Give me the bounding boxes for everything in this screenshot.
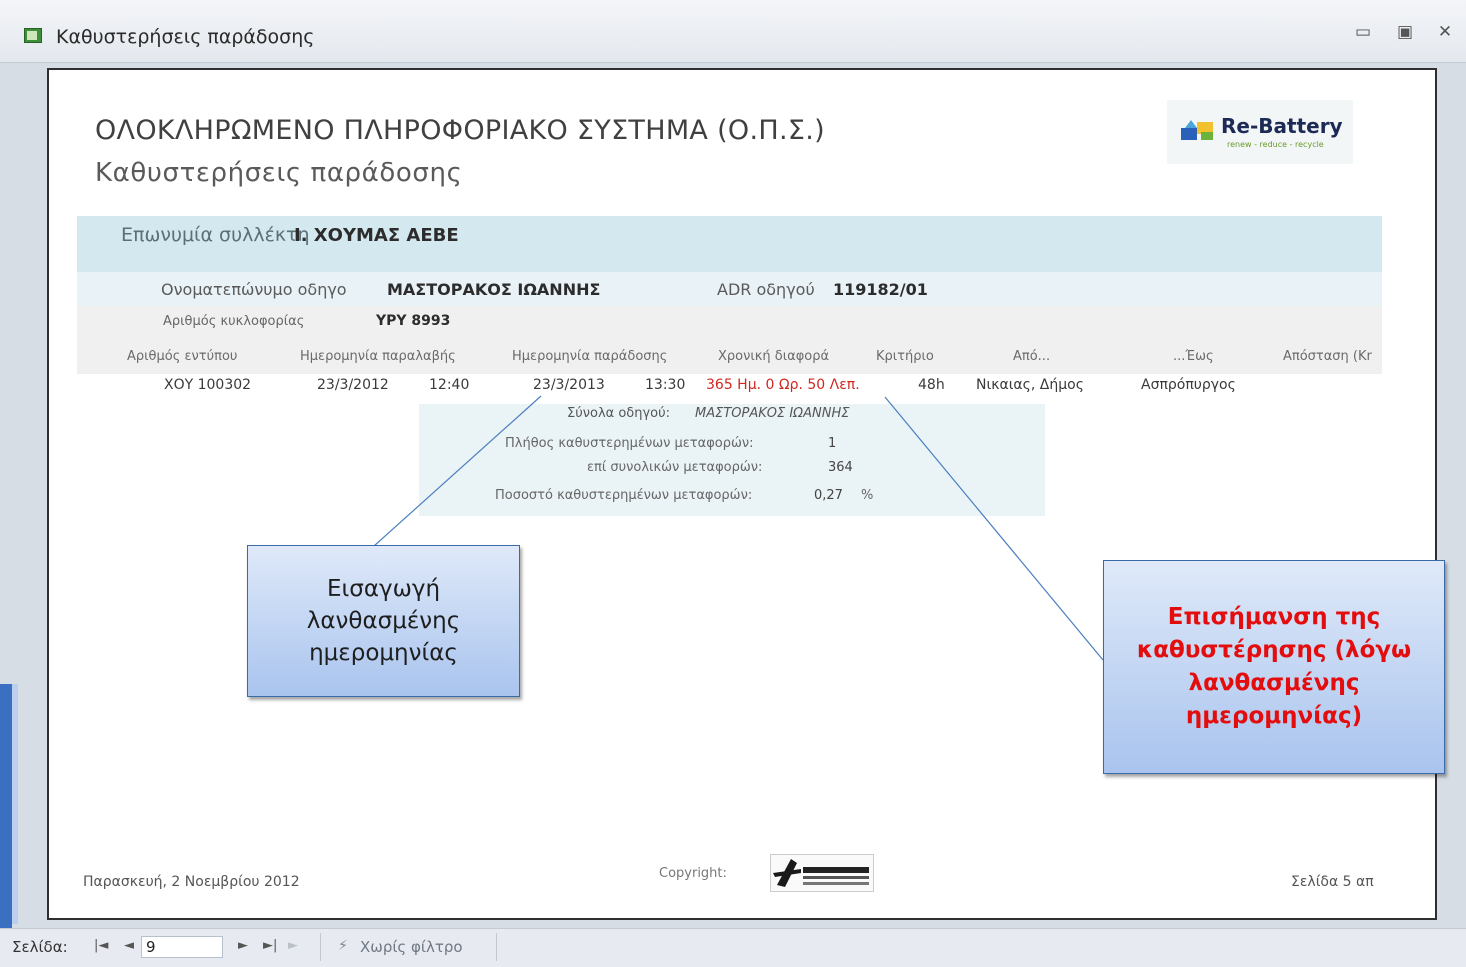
cell-delivery-date: 23/3/2013 — [533, 377, 605, 393]
footer-page-number: Σελίδα 5 απ — [1291, 874, 1374, 890]
new-record-icon[interactable]: ► — [288, 938, 298, 953]
footer-date: Παρασκευή, 2 Νοεμβρίου 2012 — [83, 874, 300, 890]
total-count-label: επί συνολικών μεταφορών: — [587, 460, 763, 475]
cell-from: Νικαιας, Δήμος — [976, 377, 1084, 393]
callout-wrong-date: Εισαγωγή λανθασμένης ημερομηνίας — [247, 545, 520, 697]
cell-pickup-date: 23/3/2012 — [317, 377, 389, 393]
report-icon — [24, 28, 42, 43]
background-document-edge — [0, 684, 12, 966]
column-header: Αριθμός εντύπου — [127, 349, 238, 364]
recycle-battery-icon — [1181, 120, 1213, 140]
cell-delivery-time: 13:30 — [645, 377, 686, 393]
page-number-input[interactable]: 9 — [141, 936, 223, 958]
plate-value: ΥΡΥ 8993 — [376, 313, 451, 329]
company-logo — [770, 854, 874, 892]
callout-delay-highlight: Επισήμανση της καθυστέρησης (λόγω λανθασ… — [1103, 560, 1445, 774]
collector-label: Επωνυμία συλλέκτη — [121, 224, 310, 246]
next-page-icon[interactable]: ► — [238, 938, 248, 953]
summary-title: Σύνολα οδηγού: — [567, 406, 671, 421]
late-percent-label: Ποσοστό καθυστερημένων μεταφορών: — [495, 488, 753, 503]
page-label: Σελίδα: — [12, 938, 68, 956]
minimize-icon[interactable]: ▭ — [1352, 22, 1374, 42]
re-battery-logo: Re-Battery renew - reduce - recycle — [1167, 100, 1353, 164]
late-percent-unit: % — [861, 488, 874, 503]
window-titlebar: Καθυστερήσεις παράδοσης ▭ ▣ ✕ — [0, 0, 1466, 63]
adr-value: 119182/01 — [833, 280, 928, 299]
filter-icon[interactable]: ⚡ — [338, 938, 348, 954]
cell-time-diff: 365 Ημ. 0 Ωρ. 50 Λεπ. — [706, 377, 860, 393]
cell-form-no: ΧΟΥ 100302 — [164, 377, 252, 393]
separator — [496, 933, 497, 961]
cell-to: Ασπρόπυργος — [1141, 377, 1236, 393]
callout-wrong-date-text: Εισαγωγή λανθασμένης ημερομηνίας — [306, 576, 461, 666]
column-header: Ημερομηνία παραλαβής — [300, 349, 456, 364]
column-header: Χρονική διαφορά — [718, 349, 830, 364]
adr-label: ADR οδηγού — [717, 280, 815, 299]
cell-criterion: 48h — [918, 377, 945, 393]
plate-label: Αριθμός κυκλοφορίας — [163, 314, 305, 329]
report-subtitle: Καθυστερήσεις παράδοσης — [95, 158, 463, 188]
late-count-value: 1 — [828, 436, 837, 451]
separator — [320, 933, 321, 961]
record-navigation-bar: Σελίδα: |◄ ◄ 9 ► ►| ► ⚡ Χωρίς φίλτρο — [0, 928, 1466, 967]
window-title: Καθυστερήσεις παράδοσης — [56, 26, 315, 48]
logo-text: Re-Battery — [1221, 114, 1343, 138]
first-page-icon[interactable]: |◄ — [94, 938, 108, 953]
total-count-value: 364 — [828, 460, 853, 475]
callout-delay-highlight-text: Επισήμανση της καθυστέρησης (λόγω λανθασ… — [1136, 604, 1412, 729]
collector-value: Ι. ΧΟΥΜΑΣ ΑΕΒΕ — [294, 225, 459, 246]
late-count-label: Πλήθος καθυστερημένων μεταφορών: — [505, 436, 754, 451]
column-header: Από... — [1013, 349, 1051, 364]
previous-page-icon[interactable]: ◄ — [124, 938, 134, 953]
column-header: Απόσταση (Kr — [1283, 349, 1372, 364]
footer-copyright: Copyright: — [659, 866, 727, 881]
close-icon[interactable]: ✕ — [1434, 22, 1456, 42]
filter-status[interactable]: Χωρίς φίλτρο — [360, 938, 463, 956]
last-page-icon[interactable]: ►| — [263, 938, 277, 953]
company-logo-icon — [773, 859, 869, 887]
driver-label: Ονοματεπώνυμο οδηγο — [161, 280, 347, 299]
maximize-icon[interactable]: ▣ — [1394, 22, 1416, 42]
logo-tagline: renew - reduce - recycle — [1227, 140, 1324, 149]
late-percent-value: 0,27 — [814, 488, 843, 503]
report-title: ΟΛΟΚΛΗΡΩΜΕΝΟ ΠΛΗΡΟΦΟΡΙΑΚΟ ΣΥΣΤΗΜΑ (Ο.Π.Σ… — [95, 115, 825, 146]
driver-value: ΜΑΣΤΟΡΑΚΟΣ ΙΩΑΝΝΗΣ — [387, 280, 601, 299]
summary-driver-name: ΜΑΣΤΟΡΑΚΟΣ ΙΩΑΝΝΗΣ — [695, 406, 850, 421]
column-header: Κριτήριο — [876, 349, 934, 364]
background-document-edge-light — [12, 684, 18, 924]
column-header: Ημερομηνία παράδοσης — [512, 349, 668, 364]
report-page: ΟΛΟΚΛΗΡΩΜΕΝΟ ΠΛΗΡΟΦΟΡΙΑΚΟ ΣΥΣΤΗΜΑ (Ο.Π.Σ… — [47, 68, 1437, 920]
cell-pickup-time: 12:40 — [429, 377, 470, 393]
column-header: ...Έως — [1173, 349, 1214, 364]
